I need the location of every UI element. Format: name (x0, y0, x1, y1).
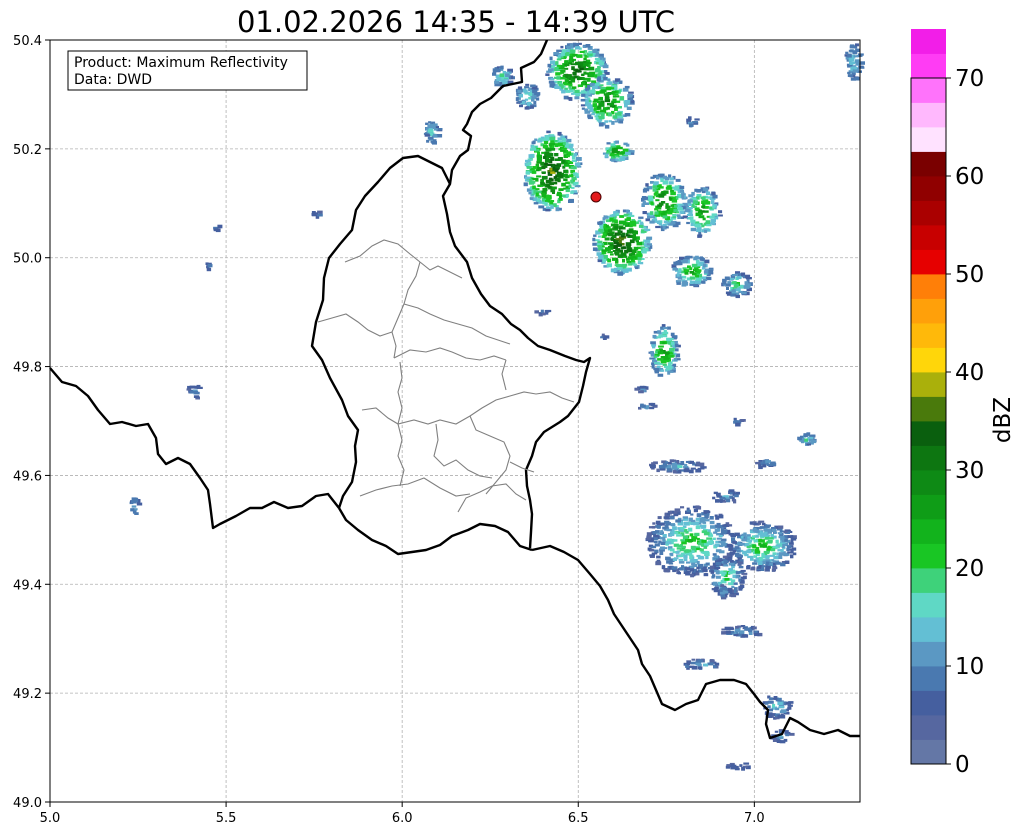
colorbar: 0 10 20 30 40 50 60 70 (910, 29, 984, 778)
colorbar-segment (911, 445, 946, 471)
colorbar-segment (911, 249, 946, 275)
colorbar-segment (911, 200, 946, 226)
colorbar-segment (911, 274, 946, 299)
colorbar-tick-label: 40 (955, 360, 984, 386)
x-axis-ticks: 5.0 5.5 6.0 6.5 7.0 (40, 802, 765, 826)
colorbar-tick-label: 70 (955, 66, 984, 92)
colorbar-segment (911, 421, 946, 446)
y-tick-label: 49.4 (13, 578, 42, 593)
info-box: Product: Maximum Reflectivity Data: DWD (67, 50, 308, 91)
colorbar-tick-label: 20 (955, 556, 984, 582)
colorbar-segment (911, 151, 946, 177)
info-data-text: Data: DWD (74, 72, 152, 88)
colorbar-segment (911, 666, 946, 691)
colorbar-segment (911, 53, 946, 79)
colorbar-tick-label: 50 (955, 262, 984, 288)
colorbar-segment (911, 543, 946, 569)
colorbar-segment (911, 127, 946, 152)
colorbar-segment (911, 323, 946, 348)
colorbar-segment (911, 494, 946, 520)
radar-site-marker[interactable] (590, 191, 602, 203)
colorbar-segment (911, 372, 946, 397)
y-axis-ticks: 49.0 49.2 49.4 49.6 49.8 50.0 50.2 50.4 (13, 34, 50, 811)
y-tick-label: 50.2 (13, 143, 42, 158)
colorbar-tick-label: 0 (955, 752, 970, 778)
colorbar-segment (911, 347, 946, 373)
info-product-text: Product: Maximum Reflectivity (74, 55, 288, 71)
colorbar-tick-label: 60 (955, 164, 984, 190)
x-tick-label: 6.5 (568, 811, 589, 826)
colorbar-segment (911, 102, 946, 128)
colorbar-tick-label: 30 (955, 458, 984, 484)
y-tick-label: 49.0 (13, 796, 42, 811)
y-tick-label: 49.6 (13, 469, 42, 484)
colorbar-segment (911, 298, 946, 324)
map-plot-area: Product: Maximum Reflectivity Data: DWD (49, 39, 865, 803)
map-title: 01.02.2026 14:35 - 14:39 UTC (237, 5, 675, 39)
y-tick-label: 49.2 (13, 687, 42, 702)
y-tick-label: 50.4 (13, 34, 42, 49)
y-tick-label: 49.8 (13, 361, 42, 376)
colorbar-segment (911, 396, 946, 422)
y-tick-label: 50.0 (13, 252, 42, 267)
colorbar-segment (911, 29, 946, 54)
colorbar-segment (911, 592, 946, 618)
colorbar-segment (911, 715, 946, 740)
colorbar-segment (911, 739, 946, 765)
colorbar-segment (911, 690, 946, 716)
colorbar-segment (911, 568, 946, 593)
colorbar-segment (911, 225, 946, 250)
colorbar-label: dBZ (990, 397, 1016, 443)
radar-map-figure: 01.02.2026 14:35 - 14:39 UTC Product: Ma… (13, 5, 1016, 826)
x-tick-label: 7.0 (744, 811, 765, 826)
colorbar-segment (911, 78, 946, 103)
x-tick-label: 5.5 (216, 811, 237, 826)
colorbar-segment (911, 617, 946, 642)
x-tick-label: 5.0 (40, 811, 61, 826)
colorbar-segment (911, 641, 946, 667)
colorbar-segment (911, 519, 946, 544)
x-tick-label: 6.0 (392, 811, 413, 826)
colorbar-tick-label: 10 (955, 654, 984, 680)
colorbar-segment (911, 470, 946, 495)
colorbar-segment (911, 176, 946, 201)
